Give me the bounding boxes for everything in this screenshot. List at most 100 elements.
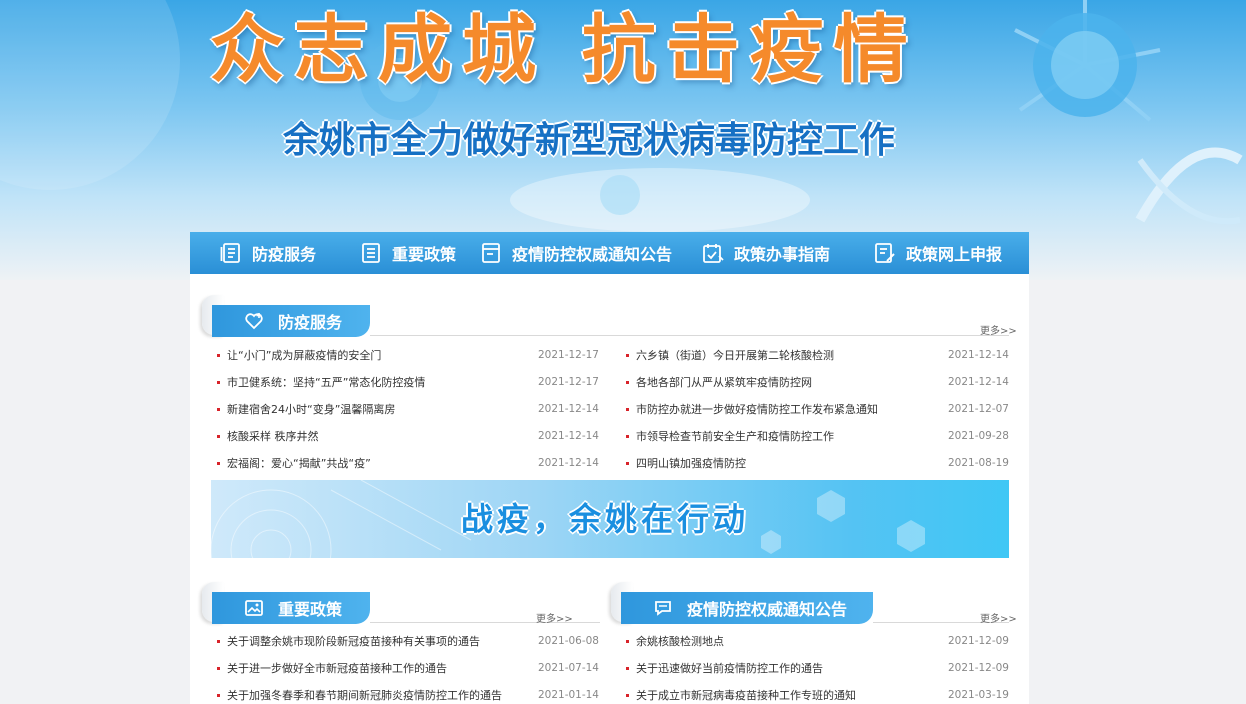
- section-title-tab[interactable]: 防疫服务: [212, 305, 370, 337]
- nav-item-label: 重要政策: [392, 245, 457, 264]
- news-date: 2021-12-09: [947, 662, 1009, 674]
- news-date: 2021-12-17: [537, 349, 599, 361]
- bullet-icon: [626, 667, 629, 670]
- list-item[interactable]: 市卫健系统：坚持“五严”常态化防控疫情 2021-12-17: [217, 369, 599, 396]
- bullet-icon: [626, 462, 629, 465]
- list-item[interactable]: 新建宿舍24小时“变身”温馨隔离房 2021-12-14: [217, 396, 599, 423]
- nav-item-policy-guide[interactable]: 政策办事指南: [702, 232, 830, 274]
- nav-item-epidemic-service[interactable]: 防疫服务: [220, 232, 316, 274]
- news-title[interactable]: 让“小门”成为屏蔽疫情的安全门: [227, 342, 381, 369]
- notes-icon: [362, 243, 380, 263]
- banner-title: 众志成城 抗击疫情: [210, 7, 918, 93]
- news-title[interactable]: 各地各部门从严从紧筑牢疫情防控网: [636, 369, 812, 396]
- banner-subtitle: 余姚市全力做好新型冠状病毒防控工作: [283, 119, 896, 161]
- bullet-icon: [217, 435, 220, 438]
- news-date: 2021-07-14: [537, 662, 599, 674]
- nav-item-important-policy[interactable]: 重要政策: [360, 232, 456, 274]
- news-title[interactable]: 新建宿舍24小时“变身”温馨隔离房: [227, 396, 395, 423]
- section-important-policy-header: 重要政策 更多>>: [190, 582, 600, 625]
- section-divider: [370, 335, 1009, 336]
- dna-decoration-icon: [1135, 147, 1243, 225]
- news-title[interactable]: 市领导检查节前安全生产和疫情防控工作: [636, 423, 834, 450]
- news-list-left: 让“小门”成为屏蔽疫情的安全门 2021-12-17 市卫健系统：坚持“五严”常态…: [217, 342, 599, 477]
- main-content: 防疫服务 重要政策 疫情防控权威通知公告 政策办事指南 政策网上申报 防疫服务 …: [190, 232, 1029, 704]
- news-date: 2021-12-14: [537, 457, 599, 469]
- announcement-icon: [482, 243, 500, 263]
- more-link[interactable]: 更多>>: [536, 610, 573, 625]
- list-item[interactable]: 四明山镇加强疫情防控 2021-08-19: [626, 450, 1009, 477]
- more-link[interactable]: 更多>>: [980, 610, 1017, 625]
- form-edit-icon: [875, 243, 895, 263]
- nav-item-label: 政策网上申报: [906, 245, 1003, 264]
- news-date: 2021-12-14: [537, 430, 599, 442]
- section-title-tab[interactable]: 重要政策: [212, 592, 370, 624]
- list-item[interactable]: 让“小门”成为屏蔽疫情的安全门 2021-12-17: [217, 342, 599, 369]
- section-authority-notice-header: 疫情防控权威通知公告 更多>>: [599, 582, 1029, 625]
- top-nav: 防疫服务 重要政策 疫情防控权威通知公告 政策办事指南 政策网上申报: [190, 232, 1029, 274]
- bullet-icon: [626, 408, 629, 411]
- bullet-icon: [626, 694, 629, 697]
- list-item[interactable]: 各地各部门从严从紧筑牢疫情防控网 2021-12-14: [626, 369, 1009, 396]
- list-item[interactable]: 市防控办就进一步做好疫情防控工作发布紧急通知 2021-12-07: [626, 396, 1009, 423]
- news-title[interactable]: 四明山镇加强疫情防控: [636, 450, 746, 477]
- list-item[interactable]: 市领导检查节前安全生产和疫情防控工作 2021-09-28: [626, 423, 1009, 450]
- section-title: 疫情防控权威通知公告: [687, 600, 848, 619]
- nav-item-online-apply[interactable]: 政策网上申报: [874, 232, 1002, 274]
- news-date: 2021-03-19: [947, 689, 1009, 701]
- news-title[interactable]: 关于调整余姚市现阶段新冠疫苗接种有关事项的通告: [227, 628, 480, 655]
- section-title: 防疫服务: [278, 313, 343, 332]
- chat-bubble-icon: [655, 601, 671, 616]
- bullet-icon: [217, 408, 220, 411]
- bullet-icon: [217, 640, 220, 643]
- news-list-right: 六乡镇（街道）今日开展第二轮核酸检测 2021-12-14 各地各部门从严从紧筑牢…: [626, 342, 1009, 477]
- news-title[interactable]: 市防控办就进一步做好疫情防控工作发布紧急通知: [636, 396, 878, 423]
- bullet-icon: [626, 640, 629, 643]
- image-icon: [245, 600, 263, 616]
- news-date: 2021-12-07: [947, 403, 1009, 415]
- news-date: 2021-09-28: [947, 430, 1009, 442]
- news-title[interactable]: 关于迅速做好当前疫情防控工作的通告: [636, 655, 823, 682]
- list-item[interactable]: 宏福阁：爱心“揭献”共战“疫” 2021-12-14: [217, 450, 599, 477]
- news-date: 2021-01-14: [537, 689, 599, 701]
- news-title[interactable]: 余姚核酸检测地点: [636, 628, 724, 655]
- news-date: 2021-12-14: [947, 376, 1009, 388]
- news-date: 2021-06-08: [537, 635, 599, 647]
- list-item[interactable]: 关于调整余姚市现阶段新冠疫苗接种有关事项的通告 2021-06-08: [217, 628, 599, 655]
- news-date: 2021-12-17: [537, 376, 599, 388]
- news-title[interactable]: 六乡镇（街道）今日开展第二轮核酸检测: [636, 342, 834, 369]
- nav-item-label: 疫情防控权威通知公告: [512, 245, 673, 264]
- list-item[interactable]: 关于加强冬春季和春节期间新冠肺炎疫情防控工作的通告 2021-01-14: [217, 682, 599, 704]
- news-title[interactable]: 关于加强冬春季和春节期间新冠肺炎疫情防控工作的通告: [227, 682, 502, 704]
- list-item[interactable]: 六乡镇（街道）今日开展第二轮核酸检测 2021-12-14: [626, 342, 1009, 369]
- heart-plus-icon: [245, 313, 263, 330]
- circle-decoration-icon: [0, 0, 180, 190]
- bullet-icon: [217, 694, 220, 697]
- nav-item-authority-notice[interactable]: 疫情防控权威通知公告: [480, 232, 672, 274]
- nav-item-label: 政策办事指南: [734, 245, 831, 264]
- bullet-icon: [217, 354, 220, 357]
- news-date: 2021-12-09: [947, 635, 1009, 647]
- action-banner-text: 战疫，余姚在行动: [461, 500, 750, 538]
- news-title[interactable]: 关于进一步做好全市新冠疫苗接种工作的通告: [227, 655, 447, 682]
- bullet-icon: [217, 381, 220, 384]
- bullet-icon: [217, 667, 220, 670]
- more-link[interactable]: 更多>>: [980, 322, 1017, 337]
- list-item[interactable]: 关于迅速做好当前疫情防控工作的通告 2021-12-09: [626, 655, 1009, 682]
- list-item[interactable]: 余姚核酸检测地点 2021-12-09: [626, 628, 1009, 655]
- bullet-icon: [626, 435, 629, 438]
- news-title[interactable]: 核酸采样 秩序井然: [227, 423, 319, 450]
- list-item[interactable]: 核酸采样 秩序井然 2021-12-14: [217, 423, 599, 450]
- news-title[interactable]: 关于成立市新冠病毒疫苗接种工作专班的通知: [636, 682, 856, 704]
- section-epidemic-service-header: 防疫服务 更多>>: [190, 295, 1029, 337]
- bullet-icon: [626, 381, 629, 384]
- notice-list: 余姚核酸检测地点 2021-12-09 关于迅速做好当前疫情防控工作的通告 2021…: [626, 628, 1009, 704]
- list-document-icon: [220, 243, 240, 263]
- action-banner[interactable]: 战疫，余姚在行动: [211, 480, 1009, 558]
- list-item[interactable]: 关于进一步做好全市新冠疫苗接种工作的通告 2021-07-14: [217, 655, 599, 682]
- section-title-tab[interactable]: 疫情防控权威通知公告: [621, 592, 873, 624]
- news-title[interactable]: 市卫健系统：坚持“五严”常态化防控疫情: [227, 369, 425, 396]
- news-title[interactable]: 宏福阁：爱心“揭献”共战“疫”: [227, 450, 371, 477]
- list-item[interactable]: 关于成立市新冠病毒疫苗接种工作专班的通知 2021-03-19: [626, 682, 1009, 704]
- nav-item-label: 防疫服务: [252, 245, 317, 264]
- news-date: 2021-08-19: [947, 457, 1009, 469]
